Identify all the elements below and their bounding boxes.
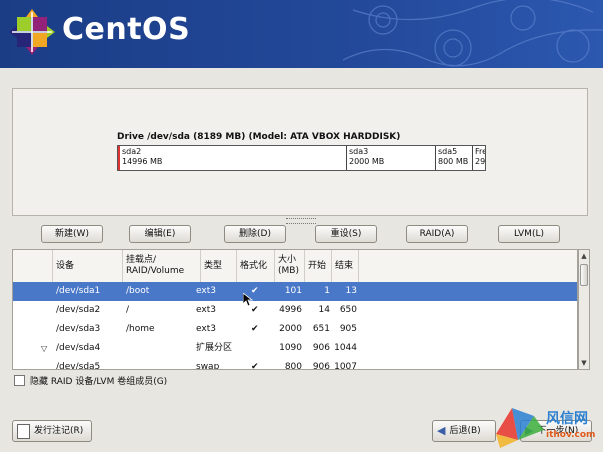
scroll-up-arrow-icon[interactable]: ▲ — [579, 250, 589, 262]
reset-button[interactable]: 重设(S) — [315, 225, 377, 243]
cell-start: 14 — [318, 305, 330, 315]
header-device[interactable]: 设备 — [53, 250, 123, 282]
table-scrollbar[interactable]: ▲ ▼ — [578, 249, 590, 370]
header-mount[interactable]: 挂载点/ RAID/Volume — [123, 250, 201, 282]
cell-size: 2000 — [279, 324, 302, 334]
segment-size: 29 — [475, 157, 485, 166]
release-notes-label: 发行注记(R) — [34, 426, 84, 436]
cell-start: 906 — [312, 343, 330, 353]
segment-name: sda5 — [438, 147, 458, 156]
cell-mount: /boot — [126, 286, 150, 296]
cell-type: ext3 — [196, 286, 216, 296]
mouse-pointer-icon — [243, 293, 253, 307]
drive-title: Drive /dev/sda (8189 MB) (Model: ATA VBO… — [117, 132, 401, 142]
cell-device: /dev/sda2 — [56, 305, 101, 315]
cell-device: /dev/sda4 — [56, 343, 101, 353]
cell-mount: / — [126, 305, 130, 315]
lvm-button[interactable]: LVM(L) — [498, 225, 560, 243]
document-icon — [17, 423, 30, 439]
header-start[interactable]: 开始 — [305, 250, 332, 282]
delete-button[interactable]: 删除(D) — [224, 225, 286, 243]
cell-format-check-icon: ✔ — [251, 324, 259, 334]
table-row[interactable]: /dev/sda5 swap ✔ 800 906 1007 — [13, 358, 577, 370]
table-row[interactable]: /dev/sda1 /boot ext3 ✔ 101 1 13 — [13, 282, 577, 301]
cell-end: 905 — [339, 324, 357, 334]
scroll-down-arrow-icon[interactable]: ▼ — [579, 357, 589, 369]
hide-raid-checkbox[interactable] — [14, 375, 25, 386]
watermark-url: ithov.com — [546, 430, 596, 440]
collapse-arrow-icon[interactable]: ▽ — [41, 339, 47, 358]
table-row[interactable]: ▽ /dev/sda4 扩展分区 1090 906 1044 — [13, 339, 577, 358]
segment-size: 14996 MB — [122, 157, 163, 166]
partition-segment-sda5[interactable]: sda5 800 MB — [436, 146, 473, 170]
cell-device: /dev/sda3 — [56, 324, 101, 334]
header-end[interactable]: 结束 — [332, 250, 359, 282]
scroll-thumb[interactable] — [580, 264, 588, 286]
segment-name: Fre — [475, 147, 485, 156]
segment-size: 2000 MB — [349, 157, 385, 166]
cell-type: ext3 — [196, 305, 216, 315]
cell-device: /dev/sda5 — [56, 362, 101, 370]
cell-start: 906 — [312, 362, 330, 370]
segment-name: sda2 — [122, 147, 142, 156]
watermark-text: 风信网 — [546, 411, 588, 427]
back-arrow-icon: ◀ — [437, 424, 446, 437]
cell-type: 扩展分区 — [196, 343, 233, 353]
header-format[interactable]: 格式化 — [237, 250, 275, 282]
cell-size: 1090 — [279, 343, 302, 353]
cell-end: 1007 — [334, 362, 357, 370]
segment-size: 800 MB — [438, 157, 469, 166]
header-size[interactable]: 大小 (MB) — [275, 250, 305, 282]
drive-panel: Drive /dev/sda (8189 MB) (Model: ATA VBO… — [12, 88, 588, 216]
cell-start: 1 — [324, 286, 330, 296]
cell-type: ext3 — [196, 324, 216, 334]
cell-type: swap — [196, 362, 220, 370]
table-header: 设备 挂载点/ RAID/Volume 类型 格式化 大小 (MB) 开始 结束 — [13, 250, 577, 283]
header-expander — [13, 250, 53, 282]
hide-raid-label: 隐藏 RAID 设备/LVM 卷组成员(G) — [30, 377, 168, 387]
cell-mount: /home — [126, 324, 155, 334]
release-notes-button[interactable]: 发行注记(R) — [12, 420, 92, 442]
back-label: 后退(B) — [449, 426, 481, 436]
header-filler — [359, 250, 577, 282]
cell-size: 800 — [284, 362, 302, 370]
centos-logo-icon — [9, 9, 55, 55]
cell-format-check-icon: ✔ — [251, 362, 259, 370]
hide-raid-option[interactable]: 隐藏 RAID 设备/LVM 卷组成员(G) — [14, 374, 167, 387]
edit-button[interactable]: 编辑(E) — [129, 225, 191, 243]
swirl-decoration — [343, 0, 603, 67]
cell-end: 1044 — [334, 343, 357, 353]
table-row[interactable]: /dev/sda3 /home ext3 ✔ 2000 651 905 — [13, 320, 577, 339]
partition-segment-sda3[interactable]: sda3 2000 MB — [347, 146, 436, 170]
segment-name: sda3 — [349, 147, 369, 156]
cell-device: /dev/sda1 — [56, 286, 101, 296]
partition-bar: sda2 14996 MB sda3 2000 MB sda5 800 MB F… — [117, 145, 486, 171]
cell-size: 101 — [284, 286, 302, 296]
partition-segment-sda2[interactable]: sda2 14996 MB — [118, 146, 347, 170]
cell-start: 651 — [312, 324, 330, 334]
cell-size: 4996 — [279, 305, 302, 315]
new-button[interactable]: 新建(W) — [41, 225, 103, 243]
partition-segment-free[interactable]: Fre 29 — [473, 146, 485, 170]
header-banner: CentOS — [0, 0, 603, 68]
cell-end: 650 — [339, 305, 357, 315]
pane-resize-handle[interactable] — [286, 218, 316, 224]
partition-table: 设备 挂载点/ RAID/Volume 类型 格式化 大小 (MB) 开始 结束… — [12, 249, 578, 370]
cell-end: 13 — [345, 286, 357, 296]
raid-button[interactable]: RAID(A) — [406, 225, 468, 243]
brand-name: CentOS — [62, 12, 191, 47]
header-type[interactable]: 类型 — [201, 250, 237, 282]
table-row[interactable]: /dev/sda2 / ext3 ✔ 4996 14 650 — [13, 301, 577, 320]
